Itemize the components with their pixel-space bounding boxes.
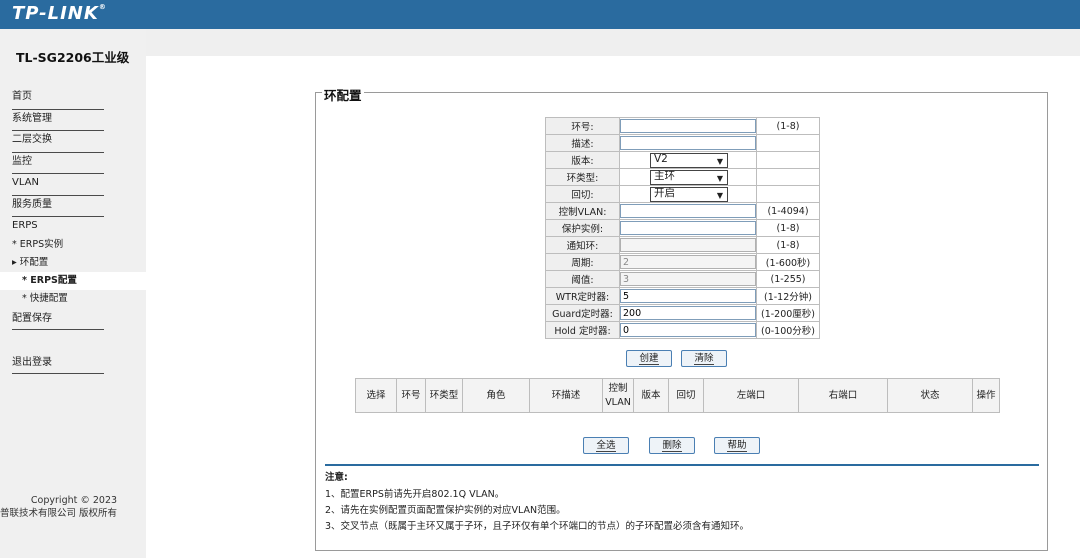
desc-label: 描述: [571, 139, 594, 150]
protect-instance-range: (1-8) [756, 219, 820, 237]
version-select[interactable]: V2 ▼ [650, 152, 728, 168]
ring-table: 选择 环号 环类型 角色 环描述 控制 VLAN 版本 回切 左端口 右端口 状态… [355, 378, 1000, 413]
nav-vlan[interactable]: VLAN [12, 174, 104, 196]
create-button[interactable]: 创建 [626, 350, 672, 367]
period-range: (1-600秒) [756, 253, 820, 271]
ring-id-input[interactable] [620, 119, 756, 133]
section-title: 环配置 [322, 85, 364, 104]
ring-type-label: 环类型: [566, 173, 599, 184]
notes-divider [325, 464, 1039, 466]
sidebar-nav: 首页 系统管理 二层交换 监控 VLAN 服务质量 ERPS [12, 88, 104, 239]
nav-quick-config[interactable]: * 快捷配置 [0, 290, 146, 308]
ctrl-vlan-range: (1-4094) [756, 202, 820, 220]
nav-ring-config[interactable]: ▸ 环配置 [0, 254, 146, 272]
model-bar [0, 29, 1080, 56]
version-label: 版本: [571, 156, 594, 167]
delete-button[interactable]: 删除 [649, 437, 695, 454]
period-label: 周期: [571, 258, 594, 269]
notify-ring-input[interactable] [620, 238, 756, 252]
revert-label: 回切: [571, 190, 594, 201]
note-item: 1、配置ERPS前请先开启802.1Q VLAN。 [325, 489, 505, 500]
ring-config-form: 环号: (1-8) 描述: 版本: V2 ▼ 环类型: 主环 ▼ 回切: 开启 ▼ 控… [545, 117, 820, 339]
guard-timer-range: (1-200厘秒) [756, 304, 820, 322]
note-item: 2、请先在实例配置页面配置保护实例的对应VLAN范围。 [325, 505, 566, 516]
col-select: 选择 [355, 378, 397, 413]
chevron-down-icon: ▼ [716, 173, 723, 183]
protect-instance-label: 保护实例: [561, 224, 604, 235]
nav-l2-switching[interactable]: 二层交换 [12, 131, 104, 153]
copyright-line2: 普联技术有限公司 版权所有 [0, 508, 118, 519]
nav-monitoring[interactable]: 监控 [12, 153, 104, 174]
nav-logout[interactable]: 退出登录 [12, 355, 104, 374]
nav-erps-config[interactable]: * ERPS配置 [0, 272, 146, 290]
tp-link-logo: TP-LINK® [12, 3, 107, 24]
threshold-label: 阈值: [571, 275, 594, 286]
ring-id-label: 环号: [571, 122, 594, 133]
nav-save-config[interactable]: 配置保存 [12, 311, 104, 330]
wtr-timer-input[interactable] [620, 289, 756, 303]
col-left-port: 左端口 [703, 378, 799, 413]
notify-ring-range: (1-8) [756, 236, 820, 254]
chevron-down-icon: ▼ [716, 190, 723, 200]
select-all-button[interactable]: 全选 [583, 437, 629, 454]
hold-timer-range: (0-100分秒) [756, 321, 820, 339]
nav-qos[interactable]: 服务质量 [12, 196, 104, 217]
col-ring-desc: 环描述 [529, 378, 603, 413]
note-item: 3、交叉节点（既属于主环又属于子环，且子环仅有单个环端口的节点）的子环配置必须含… [325, 521, 750, 532]
copyright-line1: Copyright © 2023 [30, 495, 118, 506]
col-ring-id: 环号 [396, 378, 426, 413]
notify-ring-label: 通知环: [566, 241, 599, 252]
col-revert: 回切 [668, 378, 704, 413]
chevron-down-icon: ▼ [716, 156, 723, 166]
nav-erps-instance[interactable]: * ERPS实例 [0, 236, 146, 254]
revert-select[interactable]: 开启 ▼ [650, 186, 728, 202]
top-banner: TP-LINK® [0, 0, 1080, 29]
threshold-input[interactable] [620, 272, 756, 286]
ring-id-range: (1-8) [756, 117, 820, 135]
clear-button[interactable]: 清除 [681, 350, 727, 367]
col-action: 操作 [972, 378, 1000, 413]
nav-home[interactable]: 首页 [12, 88, 104, 110]
guard-timer-label: Guard定时器: [552, 309, 613, 320]
threshold-range: (1-255) [756, 270, 820, 288]
hold-timer-input[interactable] [620, 323, 756, 337]
hold-timer-label: Hold 定时器: [554, 326, 611, 337]
ctrl-vlan-input[interactable] [620, 204, 756, 218]
wtr-timer-label: WTR定时器: [555, 292, 610, 303]
col-status: 状态 [887, 378, 973, 413]
col-role: 角色 [462, 378, 530, 413]
protect-instance-input[interactable] [620, 221, 756, 235]
ring-type-select[interactable]: 主环 ▼ [650, 169, 728, 185]
ctrl-vlan-label: 控制VLAN: [558, 207, 607, 218]
help-button[interactable]: 帮助 [714, 437, 760, 454]
copyright: Copyright © 2023 普联技术有限公司 版权所有 [0, 494, 146, 520]
period-input[interactable] [620, 255, 756, 269]
col-version: 版本 [633, 378, 669, 413]
col-ctrl-vlan: 控制 VLAN [602, 378, 634, 413]
col-right-port: 右端口 [798, 378, 888, 413]
col-ring-type: 环类型 [425, 378, 463, 413]
nav-system[interactable]: 系统管理 [12, 110, 104, 131]
device-model: TL-SG2206工业级 [0, 29, 146, 73]
notes-title: 注意: [325, 472, 348, 483]
wtr-timer-range: (1-12分钟) [756, 287, 820, 305]
desc-input[interactable] [620, 136, 756, 150]
guard-timer-input[interactable] [620, 306, 756, 320]
